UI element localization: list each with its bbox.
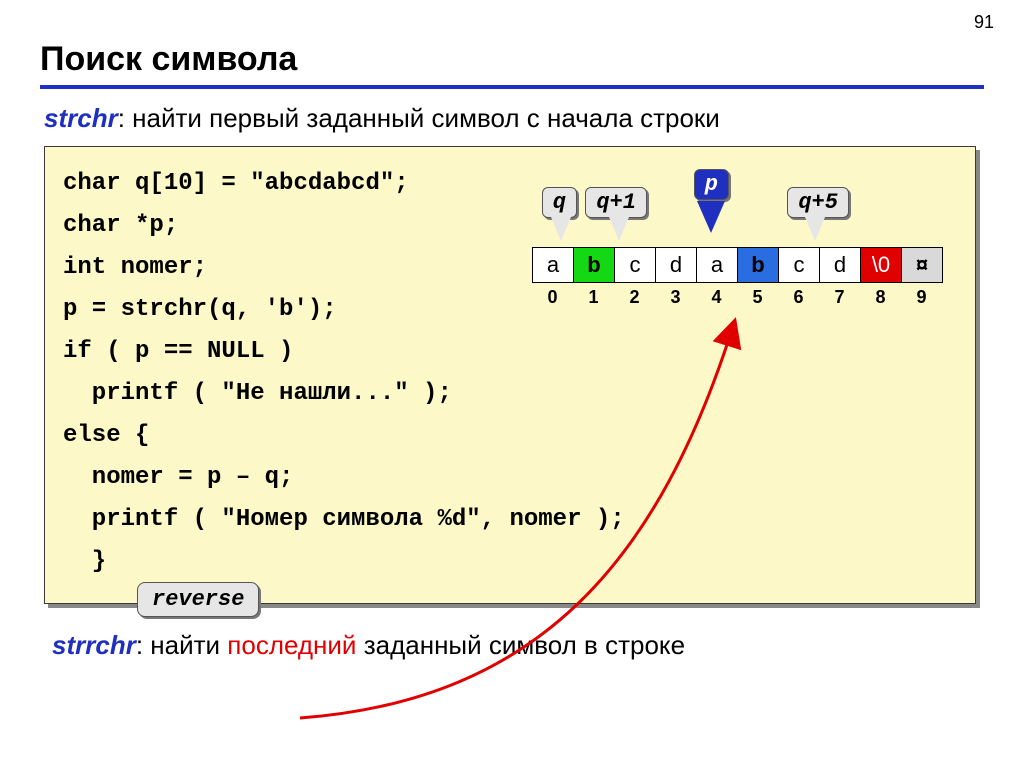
idx-6: 6 [778, 287, 819, 308]
callout-q5: q+5 [787, 187, 849, 218]
footer-part1: : найти [136, 630, 227, 660]
cell-0: a [533, 247, 574, 283]
idx-7: 7 [819, 287, 860, 308]
array-cells: a b c d a b c d \0 ¤ [532, 247, 947, 283]
callout-q1-pointer-icon [609, 217, 629, 241]
page-title: Поиск символа [40, 40, 984, 79]
idx-8: 8 [860, 287, 901, 308]
callout-p: p [694, 169, 729, 200]
array-visual: a b c d a b c d \0 ¤ 0 1 2 3 4 5 6 7 8 [532, 247, 947, 308]
intro-rest: : найти первый заданный символ c начала … [118, 103, 720, 133]
cell-8: \0 [861, 247, 902, 283]
intro-fn: strchr [44, 103, 118, 133]
footer-emph: последний [227, 630, 356, 660]
idx-1: 1 [573, 287, 614, 308]
title-underline [40, 85, 984, 89]
idx-9: 9 [901, 287, 942, 308]
cell-9: ¤ [902, 247, 943, 283]
array-indices: 0 1 2 3 4 5 6 7 8 9 [532, 287, 947, 308]
cell-4: a [697, 247, 738, 283]
idx-2: 2 [614, 287, 655, 308]
idx-0: 0 [532, 287, 573, 308]
cell-5: b [738, 247, 779, 283]
idx-5: 5 [737, 287, 778, 308]
cell-2: c [615, 247, 656, 283]
cell-7: d [820, 247, 861, 283]
callout-reverse: reverse [137, 582, 259, 617]
callout-q-pointer-icon [551, 217, 571, 241]
callout-q1: q+1 [585, 187, 647, 218]
callout-q5-pointer-icon [805, 217, 825, 241]
cell-6: c [779, 247, 820, 283]
footer-line: strrchr: найти последний заданный символ… [52, 630, 984, 661]
intro-line: strchr: найти первый заданный символ c н… [44, 103, 984, 134]
cell-3: d [656, 247, 697, 283]
footer-part2: заданный символ в строке [356, 630, 685, 660]
code-box: char q[10] = "abcdabcd"; char *p; int no… [44, 146, 976, 604]
callout-q: q [542, 187, 577, 218]
page-number: 91 [974, 12, 994, 33]
idx-4: 4 [696, 287, 737, 308]
footer-fn: strrchr [52, 630, 136, 660]
idx-3: 3 [655, 287, 696, 308]
callout-p-pointer-icon [697, 201, 725, 233]
cell-1: b [574, 247, 615, 283]
